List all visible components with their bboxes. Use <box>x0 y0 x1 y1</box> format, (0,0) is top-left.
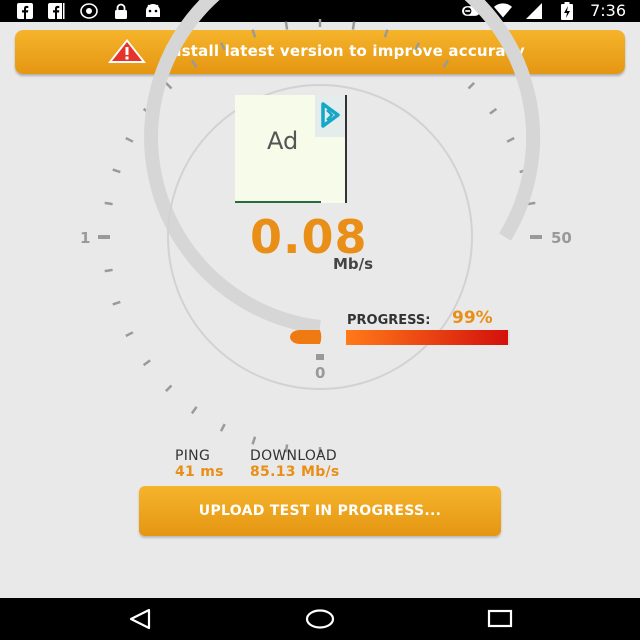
recents-icon[interactable] <box>480 606 520 632</box>
gauge-tick <box>142 359 151 367</box>
ad-label: Ad <box>267 127 299 155</box>
gauge-tick <box>467 82 475 90</box>
progress-bar-fill <box>346 330 509 345</box>
download-label: DOWNLOAD <box>250 448 337 464</box>
ad-choices-icon[interactable] <box>315 95 345 137</box>
gauge-tick <box>383 29 389 38</box>
ad-bottom-line <box>235 201 321 203</box>
ping-value: 41 ms <box>175 464 224 480</box>
navigation-bar <box>0 598 640 640</box>
gauge-needle-fill <box>290 330 322 344</box>
gauge-tick <box>251 29 257 38</box>
gauge-tick <box>112 168 121 174</box>
gauge-tick <box>284 21 289 30</box>
scale-max-marker <box>530 235 542 239</box>
gauge-tick <box>104 268 113 273</box>
gauge-tick <box>442 59 450 68</box>
ad-banner[interactable]: Ad <box>235 95 347 203</box>
ping-label: PING <box>175 448 211 464</box>
scale-zero-marker <box>316 354 324 360</box>
gauge-tick <box>190 406 198 415</box>
gauge-tick <box>251 436 257 445</box>
gauge-tick <box>351 21 356 30</box>
scale-min-label: 1 <box>80 229 91 247</box>
scale-zero-label: 0 <box>315 364 326 382</box>
download-value: 85.13 Mb/s <box>250 464 340 480</box>
gauge-tick <box>165 384 173 392</box>
scale-max-label: 50 <box>551 229 572 247</box>
gauge-tick <box>125 331 134 338</box>
speed-unit: Mb/s <box>333 255 374 273</box>
gauge-tick <box>414 42 421 51</box>
gauge-tick <box>112 300 121 306</box>
progress-value: 99% <box>452 308 493 328</box>
progress-bar <box>346 330 510 345</box>
gauge-tick <box>489 107 498 115</box>
upload-test-label: UPLOAD TEST IN PROGRESS... <box>198 503 442 519</box>
home-icon[interactable] <box>300 606 340 632</box>
scale-min-marker <box>98 235 110 239</box>
back-icon[interactable] <box>120 606 160 632</box>
upload-test-button[interactable]: UPLOAD TEST IN PROGRESS... <box>139 486 501 536</box>
gauge-tick <box>104 201 113 206</box>
progress-label: PROGRESS: <box>347 313 431 328</box>
gauge-tick <box>506 136 515 143</box>
gauge-tick <box>219 42 226 51</box>
gauge-tick <box>190 59 198 68</box>
gauge-tick <box>219 423 226 432</box>
gauge-tick <box>165 82 173 90</box>
gauge-tick <box>125 136 134 143</box>
